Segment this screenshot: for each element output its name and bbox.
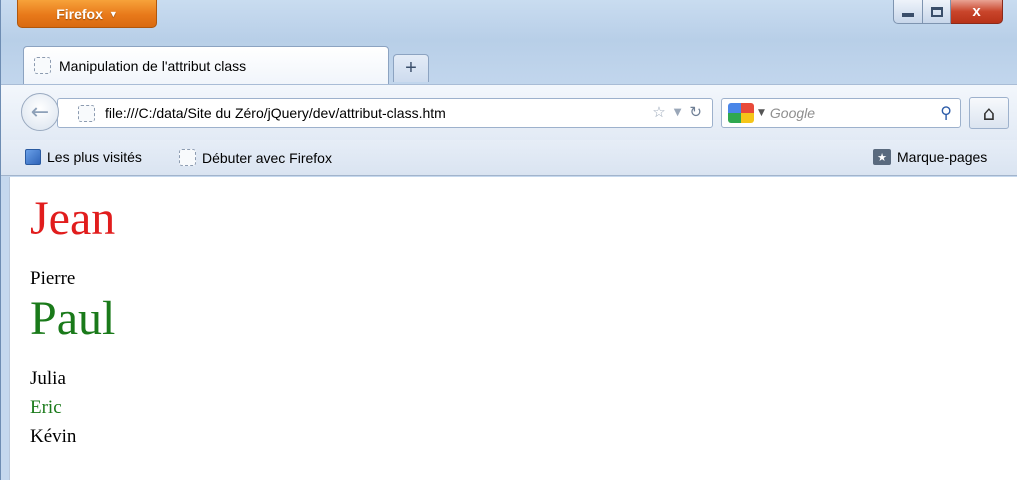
name-kevin: Kévin <box>30 426 77 447</box>
bookmarks-toolbar: Les plus visités Débuter avec Firefox ★ … <box>1 140 1017 176</box>
tab-active[interactable]: Manipulation de l'attribut class <box>23 46 389 84</box>
search-placeholder: Google <box>769 105 816 121</box>
close-icon: x <box>972 3 981 20</box>
navigation-bar: file:///C:/data/Site du Zéro/jQuery/dev/… <box>1 84 1017 140</box>
home-icon: ⌂ <box>982 101 996 125</box>
history-dropdown-icon[interactable]: ▼ <box>674 107 682 118</box>
chevron-down-icon: ▼ <box>758 108 765 118</box>
search-bar[interactable]: ▼ Google ⚲ <box>721 98 961 128</box>
maximize-icon <box>930 6 943 17</box>
name-paul: Paul <box>30 292 116 345</box>
firefox-menu-button[interactable]: Firefox ▼ <box>17 0 157 28</box>
back-arrow-icon: ← <box>30 99 50 125</box>
bookmark-label: Débuter avec Firefox <box>202 149 332 166</box>
page-content: Jean Pierre Paul Julia Eric Kévin <box>9 177 1017 480</box>
search-icon[interactable]: ⚲ <box>940 103 952 122</box>
home-button[interactable]: ⌂ <box>969 97 1009 129</box>
page-icon <box>34 57 51 74</box>
browser-window: Firefox ▼ x Manipulation de l'attribut c… <box>0 0 1017 480</box>
bookmark-getting-started[interactable]: Débuter avec Firefox <box>179 149 332 166</box>
name-julia: Julia <box>30 368 66 389</box>
close-button[interactable]: x <box>951 0 1003 24</box>
bookmark-label: Les plus visités <box>47 149 142 165</box>
minimize-button[interactable] <box>893 0 923 24</box>
bookmark-most-visited[interactable]: Les plus visités <box>25 149 142 165</box>
window-controls: x <box>893 0 1003 24</box>
most-visited-icon <box>25 149 41 165</box>
maximize-button[interactable] <box>923 0 951 24</box>
bookmarks-menu-label: Marque-pages <box>897 149 988 165</box>
url-text: file:///C:/data/Site du Zéro/jQuery/dev/… <box>105 105 446 121</box>
url-bar-actions: ☆ ▼ ↻ <box>652 103 702 121</box>
name-pierre: Pierre <box>30 268 76 289</box>
tab-label: Manipulation de l'attribut class <box>59 57 247 74</box>
url-bar[interactable]: file:///C:/data/Site du Zéro/jQuery/dev/… <box>57 98 713 128</box>
chevron-down-icon: ▼ <box>108 8 118 19</box>
google-engine-icon[interactable] <box>728 103 754 123</box>
bookmarks-star-icon: ★ <box>873 149 891 165</box>
title-bar: Firefox ▼ x <box>1 0 1017 44</box>
back-button[interactable]: ← <box>21 93 59 131</box>
bookmark-star-icon[interactable]: ☆ <box>652 103 665 121</box>
minimize-icon <box>902 12 914 17</box>
name-jean: Jean <box>30 192 116 245</box>
site-identity-icon <box>78 104 95 122</box>
firefox-menu-label: Firefox <box>56 5 103 22</box>
new-tab-button[interactable]: + <box>393 54 429 82</box>
reload-icon[interactable]: ↻ <box>689 103 702 121</box>
bookmarks-menu-button[interactable]: ★ Marque-pages <box>873 149 987 165</box>
page-icon <box>179 149 196 166</box>
tab-strip: Manipulation de l'attribut class + <box>1 44 1017 84</box>
plus-icon: + <box>405 57 417 79</box>
name-eric: Eric <box>30 397 62 418</box>
